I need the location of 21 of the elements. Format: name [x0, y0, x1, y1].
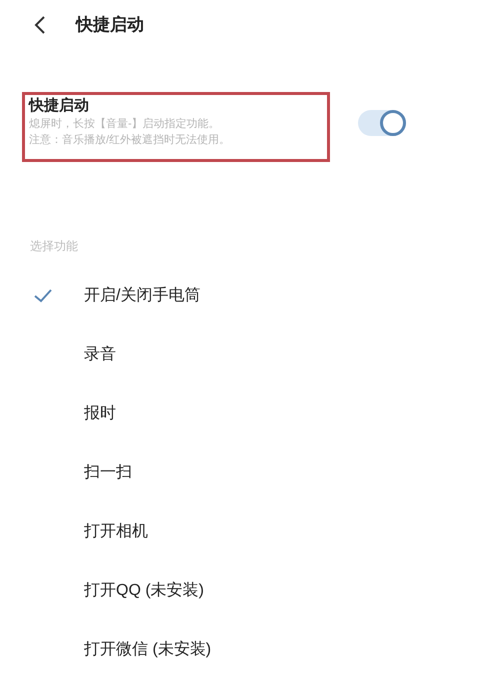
option-item[interactable]: 录音	[0, 325, 489, 384]
option-item[interactable]: 开启/关闭手电筒	[0, 266, 489, 325]
setting-description: 注意：音乐播放/红外被遮挡时无法使用。	[29, 132, 232, 148]
setting-description: 熄屏时，长按【音量-】启动指定功能。	[29, 116, 221, 132]
option-label: 打开相机	[84, 522, 148, 542]
option-label: 扫一扫	[84, 462, 132, 482]
option-label: 开启/关闭手电筒	[84, 286, 200, 306]
back-icon	[34, 15, 46, 35]
option-label: 打开QQ (未安装)	[84, 580, 204, 600]
option-label: 录音	[84, 344, 116, 364]
setting-title: 快捷启动	[29, 96, 90, 116]
page-title: 快捷启动	[76, 14, 144, 36]
option-item[interactable]: 打开微信 (未安装)	[0, 620, 489, 679]
option-label: 打开微信 (未安装)	[84, 640, 212, 660]
option-item[interactable]: 扫一扫	[0, 443, 489, 502]
toggle-switch[interactable]	[358, 110, 406, 136]
option-label: 报时	[84, 404, 116, 424]
section-label: 选择功能	[29, 238, 79, 255]
option-item[interactable]: 打开QQ (未安装)	[0, 561, 489, 620]
option-item[interactable]: 报时	[0, 384, 489, 443]
option-item[interactable]: 打开相机	[0, 502, 489, 561]
